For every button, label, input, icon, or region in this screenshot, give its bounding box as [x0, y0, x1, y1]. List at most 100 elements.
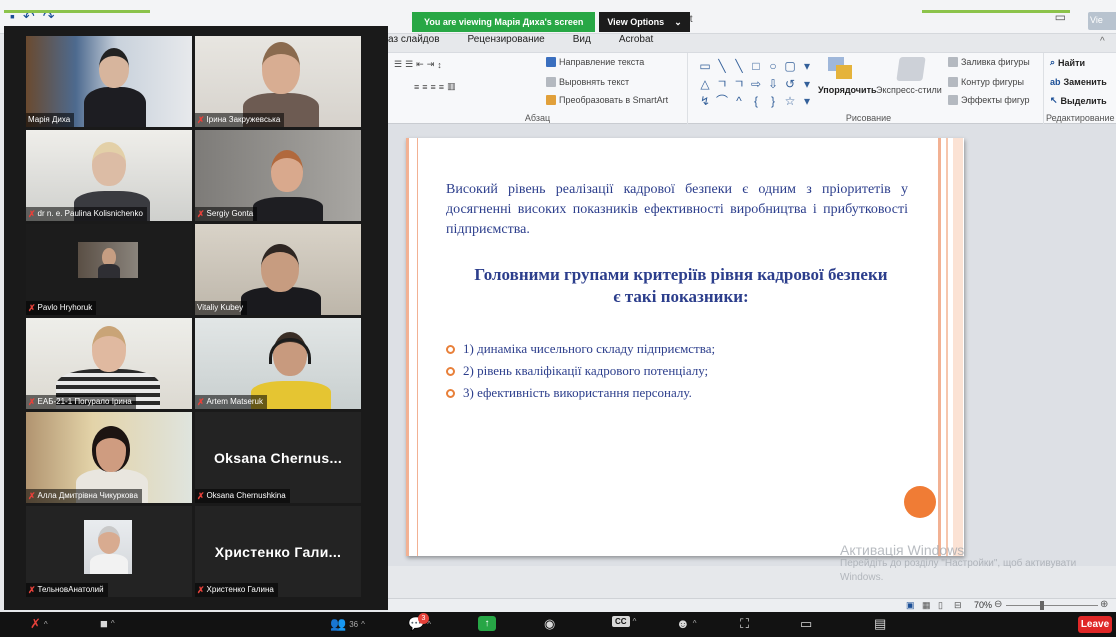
shape-effects-button[interactable]: Эффекты фигур [948, 95, 1030, 105]
slide-right-stripe [938, 138, 964, 556]
shape-rounded-icon[interactable]: ▢ [783, 59, 797, 74]
shape-line2-icon[interactable]: ╲ [732, 59, 746, 74]
shape-outline-button[interactable]: Контур фигуры [948, 77, 1024, 87]
shape-bend-icon[interactable]: ↯ [698, 94, 712, 109]
apps-button[interactable]: ⛶ [740, 616, 749, 632]
chat-button[interactable]: 💬 3 ^ [408, 613, 431, 632]
align-left-icon[interactable]: ≡ [414, 82, 419, 92]
zoom-slider-handle[interactable] [1040, 601, 1044, 610]
notes-button[interactable]: ▤ [874, 616, 886, 632]
justify-icon[interactable]: ≡ [439, 82, 444, 92]
shape-elbow2-icon[interactable]: ㄱ [732, 77, 746, 92]
shape-arrow-down-icon[interactable]: ⇩ [766, 77, 780, 92]
participant-tile[interactable]: Христенко Гали... ✗ Христенко Галина [195, 506, 361, 597]
shape-curve-icon[interactable]: ⌒ [715, 94, 729, 109]
line-spacing-icon[interactable]: ↕ [437, 60, 442, 70]
shape-brace-right-icon[interactable]: } [766, 94, 780, 109]
participant-tile[interactable]: ✗ Artem Matseruk [195, 318, 361, 409]
shape-more-icon[interactable]: ▾ [800, 59, 814, 74]
participant-name: ЕАБ-21-1 Погурало Ірина [37, 397, 132, 406]
slideshow-view-icon[interactable]: ⊟ [954, 600, 962, 611]
participant-tile[interactable]: Марія Диха [26, 36, 192, 127]
participant-tile[interactable]: ✗ Pavlo Hryhoruk [26, 224, 192, 315]
tab-slideshow[interactable]: аз слайдов [388, 34, 440, 52]
drawing-caption: Рисование [845, 113, 892, 123]
align-buttons-row[interactable]: ≡ ≡ ≡ ≡ ▥ [414, 81, 456, 92]
whiteboard-button[interactable]: ▭ [800, 616, 812, 632]
slide[interactable]: Високий рівень реалізації кадрової безпе… [406, 138, 964, 556]
shapes-gallery[interactable]: ▭ ╲ ╲ □ ○ ▢ ▾ △ ㄱㄱ ⇨ ⇩ ↺ ▾ ↯ ⌒ ^{} ☆ ▾ [696, 57, 814, 111]
mute-button[interactable]: ✗ ^ [30, 616, 48, 632]
columns-icon[interactable]: ▥ [447, 81, 456, 92]
shape-expand-icon[interactable]: ▾ [800, 94, 814, 109]
slide-bullet-item: 1) динаміка чисельного складу підприємст… [446, 338, 916, 360]
reading-view-icon[interactable]: ▯ [938, 600, 943, 611]
pencil-icon [948, 77, 958, 87]
shape-more2-icon[interactable]: ▾ [800, 77, 814, 92]
arrange-button[interactable] [820, 57, 870, 107]
align-center-icon[interactable]: ≡ [422, 82, 427, 92]
participants-button[interactable]: 👥 36 ^ [330, 616, 365, 632]
find-button[interactable]: ⌕ Найти [1050, 57, 1085, 68]
participant-tile-active-speaker[interactable]: Vitaliy Kubey [195, 224, 361, 315]
shape-caret-icon[interactable]: ^ [732, 94, 746, 109]
quick-styles-label[interactable]: Экспресс-стили [876, 85, 942, 95]
shape-fill-button[interactable]: Заливка фигуры [948, 57, 1030, 67]
participant-name: Oksana Chernushkina [206, 491, 286, 500]
shape-triangle-icon[interactable]: △ [698, 77, 712, 92]
participant-tile[interactable]: ✗ Sergiy Gonta [195, 130, 361, 221]
tab-view[interactable]: Вид [573, 34, 591, 52]
zoom-level[interactable]: 70% [974, 600, 992, 610]
shape-star-icon[interactable]: ☆ [783, 94, 797, 109]
list-buttons-row[interactable]: ☰ ☰ ⇤ ⇥ ↕ [394, 59, 442, 70]
participant-name-tag: ✗ ЕАБ-21-1 Погурало Ірина [26, 395, 136, 409]
reactions-button[interactable]: ☻ ^ [676, 616, 696, 631]
select-button[interactable]: ↖ Выделить [1050, 95, 1107, 106]
numbering-icon[interactable]: ☰ [405, 59, 413, 70]
outdent-icon[interactable]: ⇥ [427, 59, 435, 70]
participant-tile[interactable]: ✗ Ірина Закружевська [195, 36, 361, 127]
indent-icon[interactable]: ⇤ [416, 59, 424, 70]
sorter-view-icon[interactable]: ▦ [922, 600, 931, 611]
replace-button[interactable]: ab Заменить [1050, 77, 1107, 87]
text-direction-button[interactable]: Направление текста [546, 57, 644, 67]
normal-view-icon[interactable]: ▣ [906, 600, 915, 611]
view-options-button[interactable]: View Options ⌄ [599, 12, 690, 32]
smartart-button[interactable]: Преобразовать в SmartArt [546, 95, 668, 105]
participant-tile[interactable]: ✗ Алла Дмитрівна Чикуркова [26, 412, 192, 503]
shape-arrow-right-icon[interactable]: ⇨ [749, 77, 763, 92]
shape-elbow-icon[interactable]: ㄱ [715, 77, 729, 92]
shape-rect-icon[interactable]: □ [749, 59, 763, 74]
record-button[interactable]: ◉ [544, 616, 555, 632]
tab-acrobat[interactable]: Acrobat [619, 34, 653, 52]
participant-tile[interactable]: Oksana Chernus... ✗ Oksana Chernushkina [195, 412, 361, 503]
align-text-button[interactable]: Выровнять текст [546, 77, 629, 87]
align-right-icon[interactable]: ≡ [431, 82, 436, 92]
zoom-out-icon[interactable]: ⊖ [994, 599, 1002, 610]
participant-tile[interactable]: ✗ ТельновАнатолий [26, 506, 192, 597]
participant-name: Pavlo Hryhoruk [37, 303, 93, 312]
zoom-slider[interactable] [1006, 605, 1098, 606]
participant-tile[interactable]: ✗ ЕАБ-21-1 Погурало Ірина [26, 318, 192, 409]
shape-oval-icon[interactable]: ○ [766, 59, 780, 74]
shape-textbox-icon[interactable]: ▭ [698, 59, 712, 74]
video-button[interactable]: ■ ^ [100, 616, 115, 631]
ribbon-collapse-icon[interactable]: ^ [1100, 36, 1105, 47]
participant-name: Sergiy Gonta [206, 209, 254, 218]
shape-cycle-icon[interactable]: ↺ [783, 77, 797, 92]
shape-line-icon[interactable]: ╲ [715, 59, 729, 74]
leave-button[interactable]: Leave [1078, 616, 1112, 633]
bullets-icon[interactable]: ☰ [394, 59, 402, 70]
slide-bullet-text: 2) рівень кваліфікації кадрового потенці… [463, 363, 709, 378]
tab-review[interactable]: Рецензирование [468, 34, 545, 52]
slide-bullet-item: 2) рівень кваліфікації кадрового потенці… [446, 360, 916, 382]
quick-styles-icon[interactable] [896, 57, 926, 81]
zoom-in-icon[interactable]: ⊕ [1100, 599, 1108, 610]
view-button[interactable]: Vie [1088, 12, 1116, 30]
arrange-label[interactable]: Упорядочить [818, 85, 877, 95]
captions-button[interactable]: CC ^ [612, 616, 636, 627]
windows-activation-watermark: Активація Windows Перейдіть до розділу "… [840, 543, 1110, 585]
share-screen-button[interactable]: ↑ [478, 616, 496, 631]
participant-tile[interactable]: ✗ dr n. e. Paulina Kolisnichenko [26, 130, 192, 221]
shape-brace-left-icon[interactable]: { [749, 94, 763, 109]
